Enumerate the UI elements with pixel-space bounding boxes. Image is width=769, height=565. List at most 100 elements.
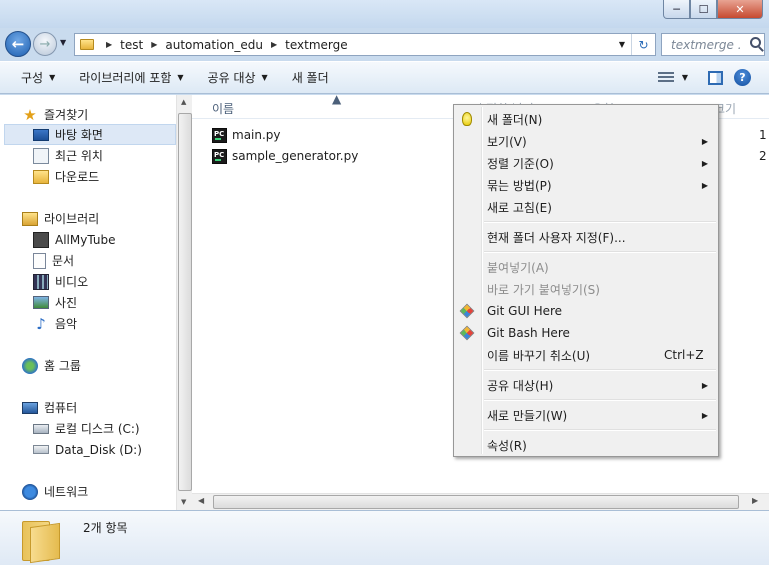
picture-icon (33, 296, 49, 309)
nav-computer[interactable]: 컴퓨터 (22, 397, 77, 418)
nav-scrollbar[interactable]: ▲ ▼ (176, 95, 192, 510)
breadcrumb-chevron-icon[interactable]: ▶ (151, 40, 157, 49)
menu-item-customize-folder[interactable]: 현재 폴더 사용자 지정(F)... (456, 226, 716, 248)
nav-label: 문서 (52, 254, 75, 268)
share-with-button[interactable]: 공유 대상 ▼ (196, 62, 280, 93)
nav-data-disk[interactable]: Data_Disk (D:) (33, 439, 142, 460)
organize-button[interactable]: 구성 ▼ (0, 62, 67, 93)
search-placeholder: textmerge ... (671, 37, 740, 52)
nav-label: 즐겨찾기 (44, 108, 89, 122)
menu-item-share-with[interactable]: 공유 대상(H) ▶ (456, 374, 716, 396)
scroll-right-icon[interactable]: ▶ (752, 496, 758, 505)
column-header-name[interactable]: 이름 (212, 100, 234, 117)
submenu-arrow-icon: ▶ (701, 180, 708, 190)
new-folder-icon (462, 112, 472, 126)
details-pane: 2개 항목 (0, 510, 769, 565)
help-icon[interactable]: ? (734, 69, 751, 86)
menu-item-label: Git Bash Here (487, 326, 570, 340)
breadcrumb-textmerge[interactable]: textmerge (285, 38, 347, 52)
horizontal-scroll-thumb[interactable] (213, 495, 739, 509)
nav-label: 로컬 디스크 (C:) (55, 422, 140, 436)
nav-favorites[interactable]: ★ 즐겨찾기 (22, 104, 88, 125)
libraries-icon (22, 211, 38, 226)
scroll-up-icon[interactable]: ▲ (181, 98, 186, 106)
forward-button[interactable]: → (33, 32, 57, 56)
nav-label: 네트워크 (44, 485, 89, 499)
breadcrumb-chevron-icon[interactable]: ▶ (271, 40, 277, 49)
nav-label: AllMyTube (55, 232, 116, 247)
maximize-button[interactable]: ☐ (690, 0, 717, 19)
address-history-dropdown-icon[interactable]: ▼ (619, 40, 625, 49)
breadcrumb-automation-edu[interactable]: automation_edu (165, 38, 263, 52)
menu-item-label: 현재 폴더 사용자 지정(F)... (487, 230, 626, 245)
nav-allmytube[interactable]: AllMyTube (33, 229, 115, 250)
menu-item-view[interactable]: 보기(V) ▶ (456, 130, 716, 152)
nav-homegroup[interactable]: 홈 그룹 (22, 355, 81, 376)
git-icon (459, 303, 475, 319)
file-row[interactable]: PC main.py (212, 125, 281, 145)
desktop-icon (33, 128, 49, 141)
nav-recent[interactable]: 최근 위치 (33, 145, 103, 166)
view-options-icon[interactable] (657, 71, 674, 84)
menu-item-label: 속성(R) (487, 438, 527, 453)
scroll-left-icon[interactable]: ◀ (198, 496, 204, 505)
scroll-down-icon[interactable]: ▼ (181, 498, 186, 506)
toolbar-right-group: ▼ ? (657, 62, 769, 93)
breadcrumb-chevron-icon[interactable]: ▶ (106, 40, 112, 49)
git-icon (459, 325, 475, 341)
nav-desktop[interactable]: 바탕 화면 (4, 124, 176, 145)
sort-ascending-icon: ▲ (332, 92, 342, 106)
submenu-arrow-icon: ▶ (701, 380, 708, 390)
menu-item-label: 새로 고침(E) (487, 200, 552, 215)
close-button[interactable]: ✕ (717, 0, 763, 19)
nav-pictures[interactable]: 사진 (33, 292, 77, 313)
submenu-arrow-icon: ▶ (701, 410, 708, 420)
folder-icon (80, 39, 94, 50)
hard-drive-icon (33, 445, 49, 454)
document-icon (33, 252, 46, 269)
search-icon[interactable] (750, 37, 761, 48)
menu-item-new[interactable]: 새로 만들기(W) ▶ (456, 404, 716, 426)
nav-downloads[interactable]: 다운로드 (33, 166, 99, 187)
nav-label: 다운로드 (55, 170, 100, 184)
menu-item-git-gui[interactable]: Git GUI Here (456, 300, 716, 322)
refresh-icon[interactable]: ↻ (631, 34, 655, 55)
menu-item-label: Git GUI Here (487, 304, 563, 318)
back-button[interactable]: ← (5, 31, 31, 57)
address-bar[interactable]: ▶ test ▶ automation_edu ▶ textmerge ▼ ↻ (74, 33, 656, 56)
menu-item-sort-by[interactable]: 정렬 기준(O) ▶ (456, 152, 716, 174)
file-name: main.py (232, 128, 281, 142)
menu-item-label: 새로 만들기(W) (487, 408, 568, 423)
menu-item-new-folder[interactable]: 새 폴더(N) (456, 108, 716, 130)
file-row[interactable]: PC sample_generator.py (212, 146, 358, 166)
search-input[interactable]: textmerge ... (661, 33, 765, 56)
menu-item-git-bash[interactable]: Git Bash Here (456, 322, 716, 344)
nav-music[interactable]: ♪ 음악 (33, 313, 77, 334)
horizontal-scrollbar[interactable]: ◀ ▶ (192, 493, 769, 510)
item-count: 2개 항목 (83, 521, 128, 535)
preview-pane-icon[interactable] (708, 70, 723, 85)
nav-scroll-thumb[interactable] (178, 113, 192, 491)
nav-network[interactable]: 네트워크 (22, 481, 88, 502)
address-row: ← → ▼ ▶ test ▶ automation_edu ▶ textmerg… (0, 28, 769, 61)
recent-pages-dropdown-icon[interactable]: ▼ (60, 38, 66, 47)
menu-item-properties[interactable]: 속성(R) (456, 434, 716, 456)
nav-label: 컴퓨터 (44, 401, 78, 415)
downloads-folder-icon (33, 169, 49, 184)
menu-item-label: 묶는 방법(P) (487, 178, 552, 193)
menu-item-refresh[interactable]: 새로 고침(E) (456, 196, 716, 218)
nav-local-disk[interactable]: 로컬 디스크 (C:) (33, 418, 140, 439)
nav-documents[interactable]: 문서 (33, 250, 74, 271)
navigation-pane: ★ 즐겨찾기 바탕 화면 최근 위치 다운로드 라이브러리 AllMyTube 문… (0, 95, 192, 510)
menu-item-undo-rename[interactable]: 이름 바꾸기 취소(U) Ctrl+Z (456, 344, 716, 366)
menu-item-group-by[interactable]: 묶는 방법(P) ▶ (456, 174, 716, 196)
nav-libraries[interactable]: 라이브러리 (22, 208, 99, 229)
minimize-button[interactable]: ─ (663, 0, 690, 19)
recent-places-icon (33, 147, 49, 164)
include-in-library-button[interactable]: 라이브러리에 포함 ▼ (67, 62, 195, 93)
chevron-down-icon[interactable]: ▼ (682, 73, 688, 82)
new-folder-button[interactable]: 새 폴더 (280, 62, 341, 93)
breadcrumb-test[interactable]: test (120, 38, 143, 52)
nav-videos[interactable]: 비디오 (33, 271, 88, 292)
nav-label: 홈 그룹 (44, 359, 81, 373)
